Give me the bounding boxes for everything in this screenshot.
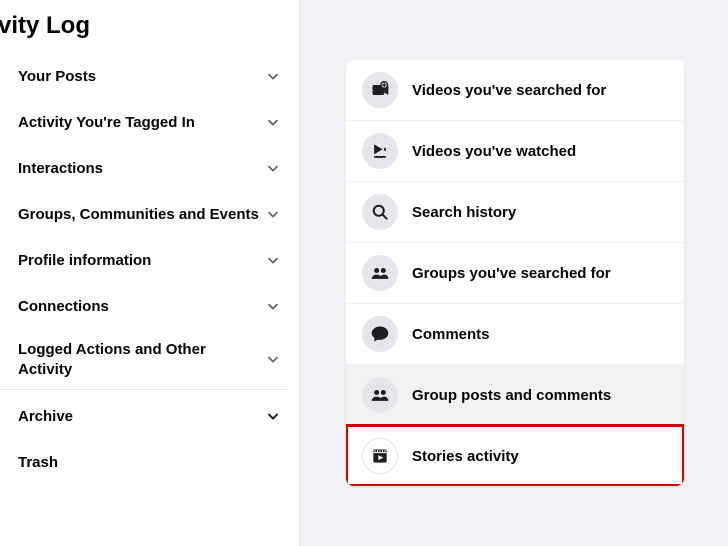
row-search-history[interactable]: Search history — [346, 181, 684, 242]
sidebar-item-label: Trash — [18, 453, 64, 473]
row-label: Search history — [412, 204, 516, 221]
chevron-down-icon — [265, 207, 281, 223]
row-label: Videos you've watched — [412, 143, 576, 160]
sidebar-group-bottom: Archive Trash — [0, 394, 289, 486]
sidebar-item-profile-info[interactable]: Profile information — [0, 238, 289, 284]
chevron-down-icon — [265, 69, 281, 85]
sidebar-item-archive[interactable]: Archive — [0, 394, 289, 440]
search-icon — [362, 194, 398, 230]
row-groups-searched[interactable]: Groups you've searched for — [346, 242, 684, 303]
groups-icon — [362, 377, 398, 413]
sidebar-item-label: Connections — [18, 297, 115, 317]
chevron-down-icon — [265, 253, 281, 269]
groups-icon — [362, 255, 398, 291]
row-comments[interactable]: Comments — [346, 303, 684, 364]
chevron-down-icon — [265, 299, 281, 315]
chevron-down-icon — [265, 115, 281, 131]
row-label: Videos you've searched for — [412, 82, 606, 99]
chevron-down-icon — [265, 161, 281, 177]
comment-icon — [362, 316, 398, 352]
page-title: vity Log — [0, 8, 289, 54]
chevron-down-icon — [265, 352, 281, 368]
sidebar-item-interactions[interactable]: Interactions — [0, 146, 289, 192]
row-label: Comments — [412, 326, 490, 343]
row-label: Stories activity — [412, 448, 519, 465]
sidebar-item-label: Profile information — [18, 251, 157, 271]
chevron-down-icon — [265, 409, 281, 425]
main-area: Videos you've searched for Videos you've… — [300, 0, 728, 546]
row-label: Groups you've searched for — [412, 265, 611, 282]
sidebar-item-tagged[interactable]: Activity You're Tagged In — [0, 100, 289, 146]
row-videos-searched[interactable]: Videos you've searched for — [346, 60, 684, 120]
sidebar-item-label: Archive — [18, 407, 79, 427]
row-videos-watched[interactable]: Videos you've watched — [346, 120, 684, 181]
sidebar-item-label: Groups, Communities and Events — [18, 205, 265, 225]
stories-icon — [362, 438, 398, 474]
sidebar-item-label: Your Posts — [18, 67, 102, 87]
row-label: Group posts and comments — [412, 387, 611, 404]
sidebar-item-label: Interactions — [18, 159, 109, 179]
sidebar-item-label: Activity You're Tagged In — [18, 113, 201, 133]
sidebar: vity Log Your Posts Activity You're Tagg… — [0, 0, 300, 546]
row-stories-activity[interactable]: Stories activity — [346, 425, 684, 486]
activity-list: Videos you've searched for Videos you've… — [346, 60, 684, 486]
row-group-posts[interactable]: Group posts and comments — [346, 364, 684, 425]
video-search-icon — [362, 72, 398, 108]
video-play-icon — [362, 133, 398, 169]
sidebar-item-trash[interactable]: Trash — [0, 440, 289, 486]
sidebar-group: Your Posts Activity You're Tagged In Int… — [0, 54, 289, 390]
sidebar-item-groups[interactable]: Groups, Communities and Events — [0, 192, 289, 238]
sidebar-item-your-posts[interactable]: Your Posts — [0, 54, 289, 100]
sidebar-item-label: Logged Actions and Other Activity — [18, 340, 265, 379]
sidebar-item-connections[interactable]: Connections — [0, 284, 289, 330]
sidebar-item-logged-actions[interactable]: Logged Actions and Other Activity — [0, 330, 289, 389]
